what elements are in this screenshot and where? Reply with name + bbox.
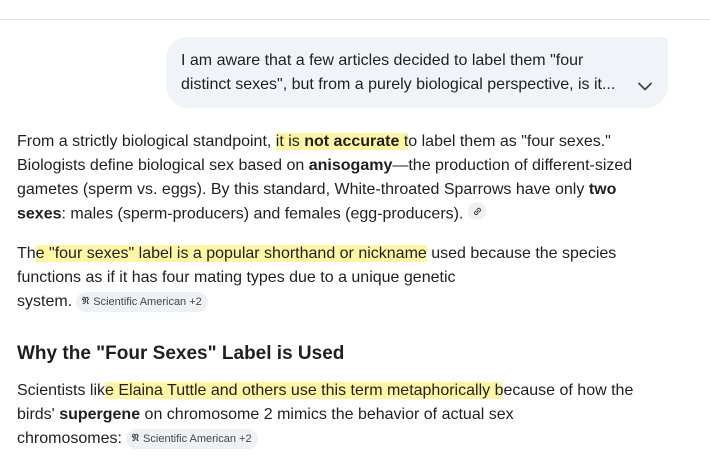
text: : males (sperm-producers) and females (e… — [61, 205, 464, 223]
text: system. — [17, 293, 73, 310]
p2-line-1: The "four sexes" label is a popular shor… — [17, 242, 616, 266]
source-label: Scientific American +2 — [93, 296, 202, 308]
user-prompt-line-2: distinct sexes", but from a purely biolo… — [181, 76, 616, 93]
text: it is — [275, 133, 305, 150]
text: t — [399, 133, 409, 150]
text: gametes (sperm vs. eggs). By this standa… — [17, 181, 589, 198]
text: used because the species — [426, 245, 617, 262]
scientific-american-icon: 𝔑 — [82, 296, 90, 307]
text: Biologists define biological sex based o… — [17, 157, 309, 174]
bold-text: sexes — [17, 205, 62, 223]
response-paragraph-2: The "four sexes" label is a popular shor… — [17, 242, 616, 314]
user-prompt-bubble[interactable]: I am aware that a few articles decided t… — [166, 37, 668, 108]
highlight: e "four sexes" label is a popular shorth… — [35, 245, 427, 262]
source-label: Scientific American +2 — [143, 433, 252, 445]
text: From a strictly biological standpoint, — [17, 133, 276, 150]
response-paragraph-1: From a strictly biological standpoint, i… — [17, 130, 632, 227]
top-divider — [0, 19, 710, 20]
bold-text: anisogamy — [308, 157, 393, 174]
p2-line-2: functions as if it has four mating types… — [17, 269, 456, 286]
text: Scientists lik — [17, 382, 106, 399]
link-icon[interactable] — [468, 202, 487, 220]
p3-line-1: Scientists like Elaina Tuttle and others… — [17, 379, 633, 403]
response-paragraph-3: Scientists like Elaina Tuttle and others… — [17, 379, 633, 451]
text: birds' — [17, 406, 60, 423]
text: ecause of how the — [503, 382, 634, 399]
highlight: e Elaina Tuttle and others use this term… — [105, 382, 504, 399]
text: Th — [17, 245, 36, 262]
source-chip[interactable]: 𝔑 Scientific American +2 — [76, 292, 208, 312]
p1-line-4: sexes: males (sperm-producers) and femal… — [17, 202, 632, 227]
p2-line-3: system. 𝔑 Scientific American +2 — [17, 290, 616, 314]
p3-line-3: chromosomes: 𝔑 Scientific American +2 — [17, 427, 633, 451]
text: chromosomes: — [17, 430, 122, 447]
p1-line-2: Biologists define biological sex based o… — [17, 154, 632, 178]
chevron-down-icon[interactable] — [636, 77, 654, 95]
text: o label them as "four sexes." — [408, 133, 611, 150]
source-chip[interactable]: 𝔑 Scientific American +2 — [125, 429, 258, 449]
p1-line-1: From a strictly biological standpoint, i… — [17, 130, 632, 154]
bold-text: supergene — [59, 406, 141, 423]
user-prompt-line-1: I am aware that a few articles decided t… — [181, 52, 584, 69]
bold-text: not accurate — [304, 133, 400, 150]
p1-line-3: gametes (sperm vs. eggs). By this standa… — [17, 178, 632, 202]
text: —the production of different-sized — [392, 157, 633, 174]
p3-line-2: birds' supergene on chromosome 2 mimics … — [17, 403, 633, 427]
highlight: it is not accurate t — [275, 133, 409, 150]
scientific-american-icon: 𝔑 — [131, 433, 140, 444]
bold-text: two — [588, 181, 617, 198]
text: on chromosome 2 mimics the behavior of a… — [140, 406, 514, 423]
section-heading: Why the "Four Sexes" Label is Used — [17, 343, 345, 364]
